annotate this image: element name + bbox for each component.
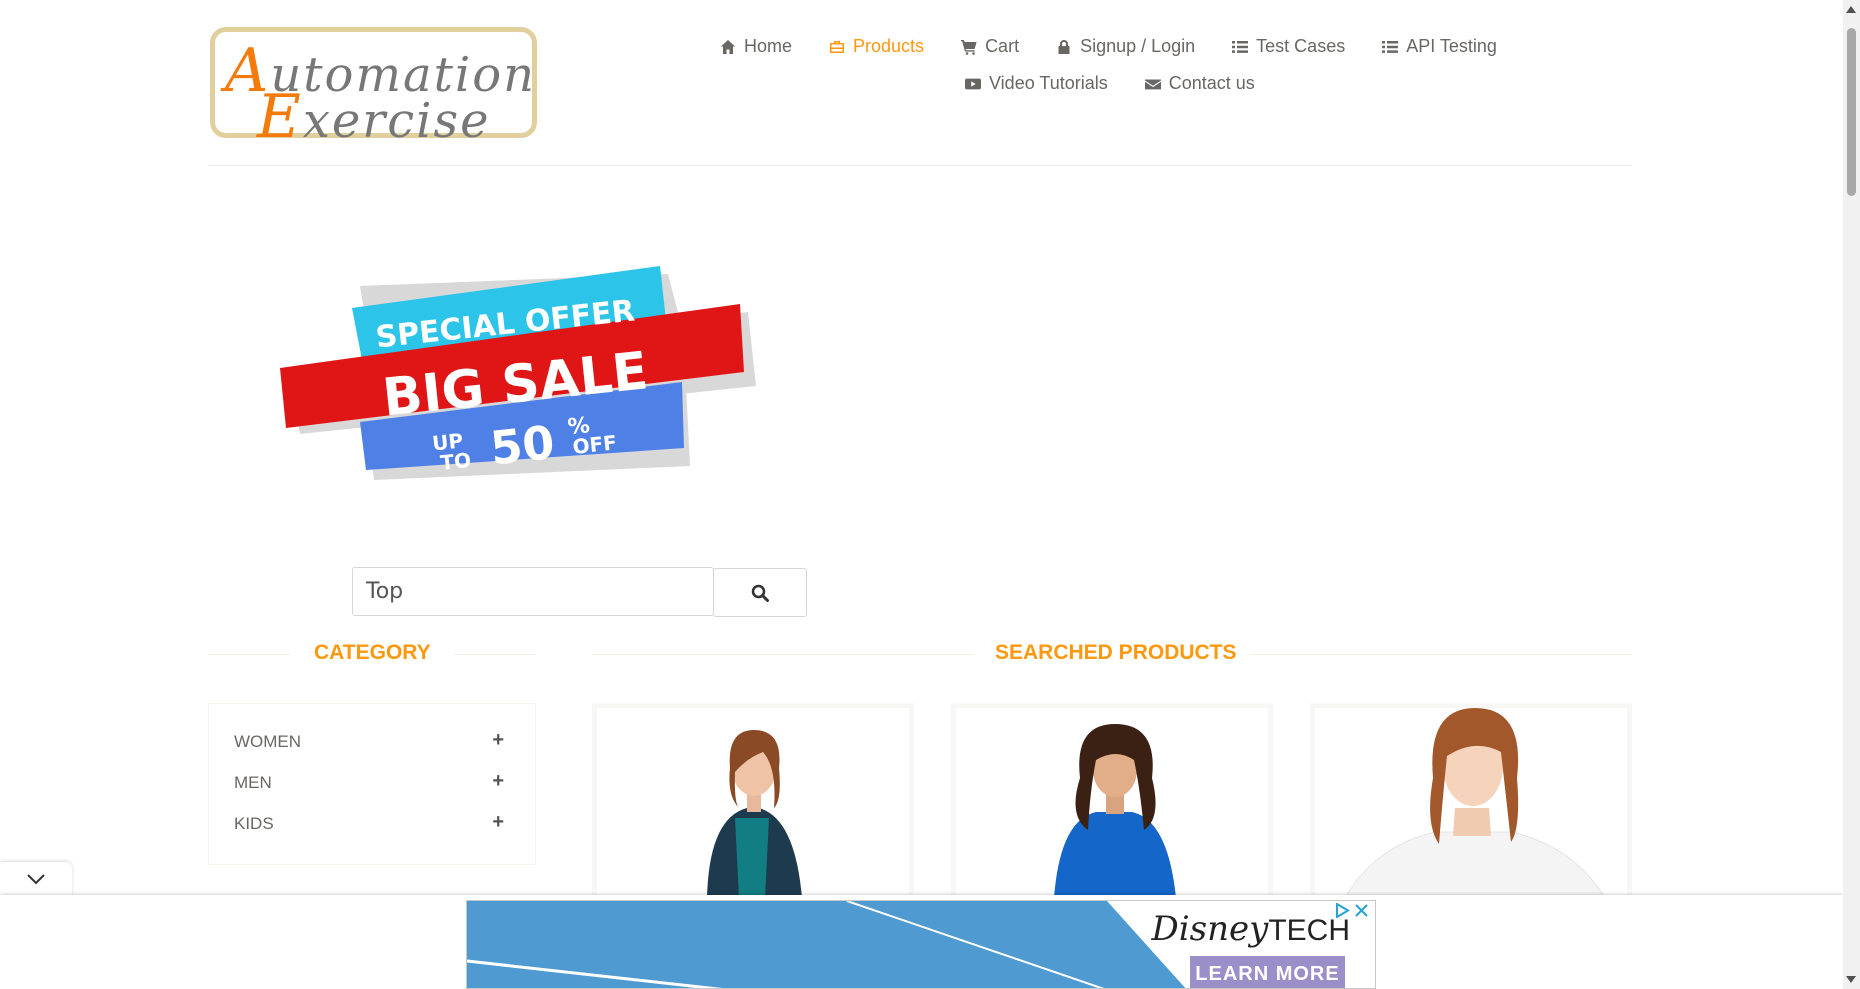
- plus-icon[interactable]: +: [492, 730, 504, 752]
- ad-brand: DisneyTECH: [1151, 909, 1350, 949]
- category-title-line-left: [208, 654, 290, 655]
- product-image: [956, 708, 1268, 898]
- banner-text-amount: 50: [488, 415, 557, 475]
- chevron-down-icon: [27, 874, 45, 885]
- product-image: [597, 708, 909, 898]
- list-icon: [1382, 40, 1399, 53]
- category-panel: WOMEN + MEN + KIDS +: [208, 703, 536, 865]
- products-title-line-left: [592, 654, 974, 655]
- product-card[interactable]: [951, 703, 1273, 903]
- banner-text-to: TO: [439, 448, 472, 475]
- special-offer-banner: SPECIAL OFFER BIG SALE UP TO 50 % OFF: [270, 262, 770, 492]
- banner-text-off: OFF: [571, 430, 618, 459]
- nav-home[interactable]: Home: [720, 36, 792, 57]
- product-card[interactable]: [1310, 703, 1632, 903]
- category-title: CATEGORY: [314, 641, 431, 664]
- site-logo[interactable]: Automation Exercise: [210, 27, 537, 152]
- nav-row-2: Video Tutorials Contact us: [965, 73, 1255, 94]
- plus-icon[interactable]: +: [492, 771, 504, 793]
- nav-contact-us[interactable]: Contact us: [1144, 73, 1255, 94]
- header-divider: [208, 165, 1632, 166]
- ad-learn-more-button[interactable]: LEARN MORE: [1190, 956, 1345, 988]
- products-title-line-right: [1250, 654, 1632, 655]
- category-title-line-right: [454, 654, 536, 655]
- close-icon[interactable]: [1354, 903, 1369, 918]
- nav-api-testing[interactable]: API Testing: [1382, 36, 1497, 57]
- cart-icon: [961, 39, 977, 55]
- product-image: [1315, 708, 1627, 898]
- product-card[interactable]: [592, 703, 914, 903]
- ad-collapse-toggle[interactable]: [0, 862, 72, 896]
- search-input[interactable]: Top: [352, 567, 714, 616]
- nav-signup-login[interactable]: Signup / Login: [1056, 36, 1195, 57]
- searched-products-title: SEARCHED PRODUCTS: [995, 641, 1237, 664]
- category-item-women[interactable]: WOMEN +: [234, 730, 504, 752]
- ad-icons: [1335, 903, 1369, 918]
- logo-line-2: Exercise: [257, 82, 491, 152]
- nav-video-tutorials[interactable]: Video Tutorials: [965, 73, 1108, 94]
- search-button[interactable]: [713, 568, 807, 617]
- list-icon: [1232, 40, 1249, 53]
- youtube-icon: [965, 78, 981, 89]
- nav-cart[interactable]: Cart: [961, 36, 1019, 57]
- scroll-down-arrow[interactable]: [1846, 976, 1856, 983]
- search-icon: [751, 584, 769, 602]
- nav-row-1: Home Products Cart Signup / Login Test C…: [720, 36, 1497, 57]
- nav-test-cases[interactable]: Test Cases: [1232, 36, 1345, 57]
- adchoices-icon[interactable]: [1335, 903, 1350, 918]
- page-scrollbar[interactable]: [1843, 0, 1860, 989]
- scroll-thumb[interactable]: [1847, 28, 1856, 196]
- envelope-icon: [1144, 79, 1161, 89]
- plus-icon[interactable]: +: [492, 812, 504, 834]
- briefcase-icon: [830, 40, 845, 53]
- nav-products[interactable]: Products: [829, 36, 924, 57]
- home-icon: [721, 39, 735, 54]
- lock-icon: [1058, 39, 1070, 54]
- scroll-up-arrow[interactable]: [1846, 6, 1856, 13]
- category-item-men[interactable]: MEN +: [234, 771, 504, 793]
- ad-banner[interactable]: DisneyTECH LEARN MORE: [466, 900, 1376, 989]
- category-item-kids[interactable]: KIDS +: [234, 812, 504, 834]
